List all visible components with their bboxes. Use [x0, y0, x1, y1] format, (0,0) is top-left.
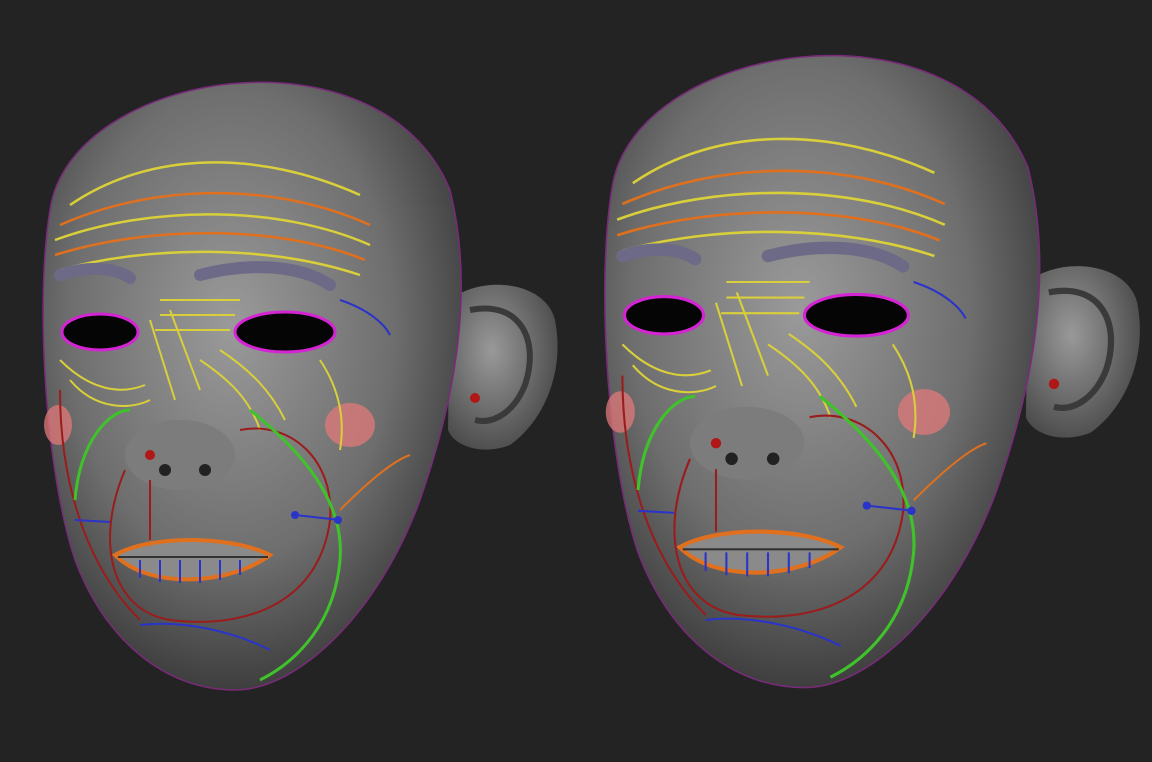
render-canvas — [0, 0, 1152, 762]
ear-marker — [470, 393, 480, 403]
nose — [125, 420, 235, 490]
marker-dot — [291, 511, 299, 519]
marker-dot — [334, 516, 342, 524]
